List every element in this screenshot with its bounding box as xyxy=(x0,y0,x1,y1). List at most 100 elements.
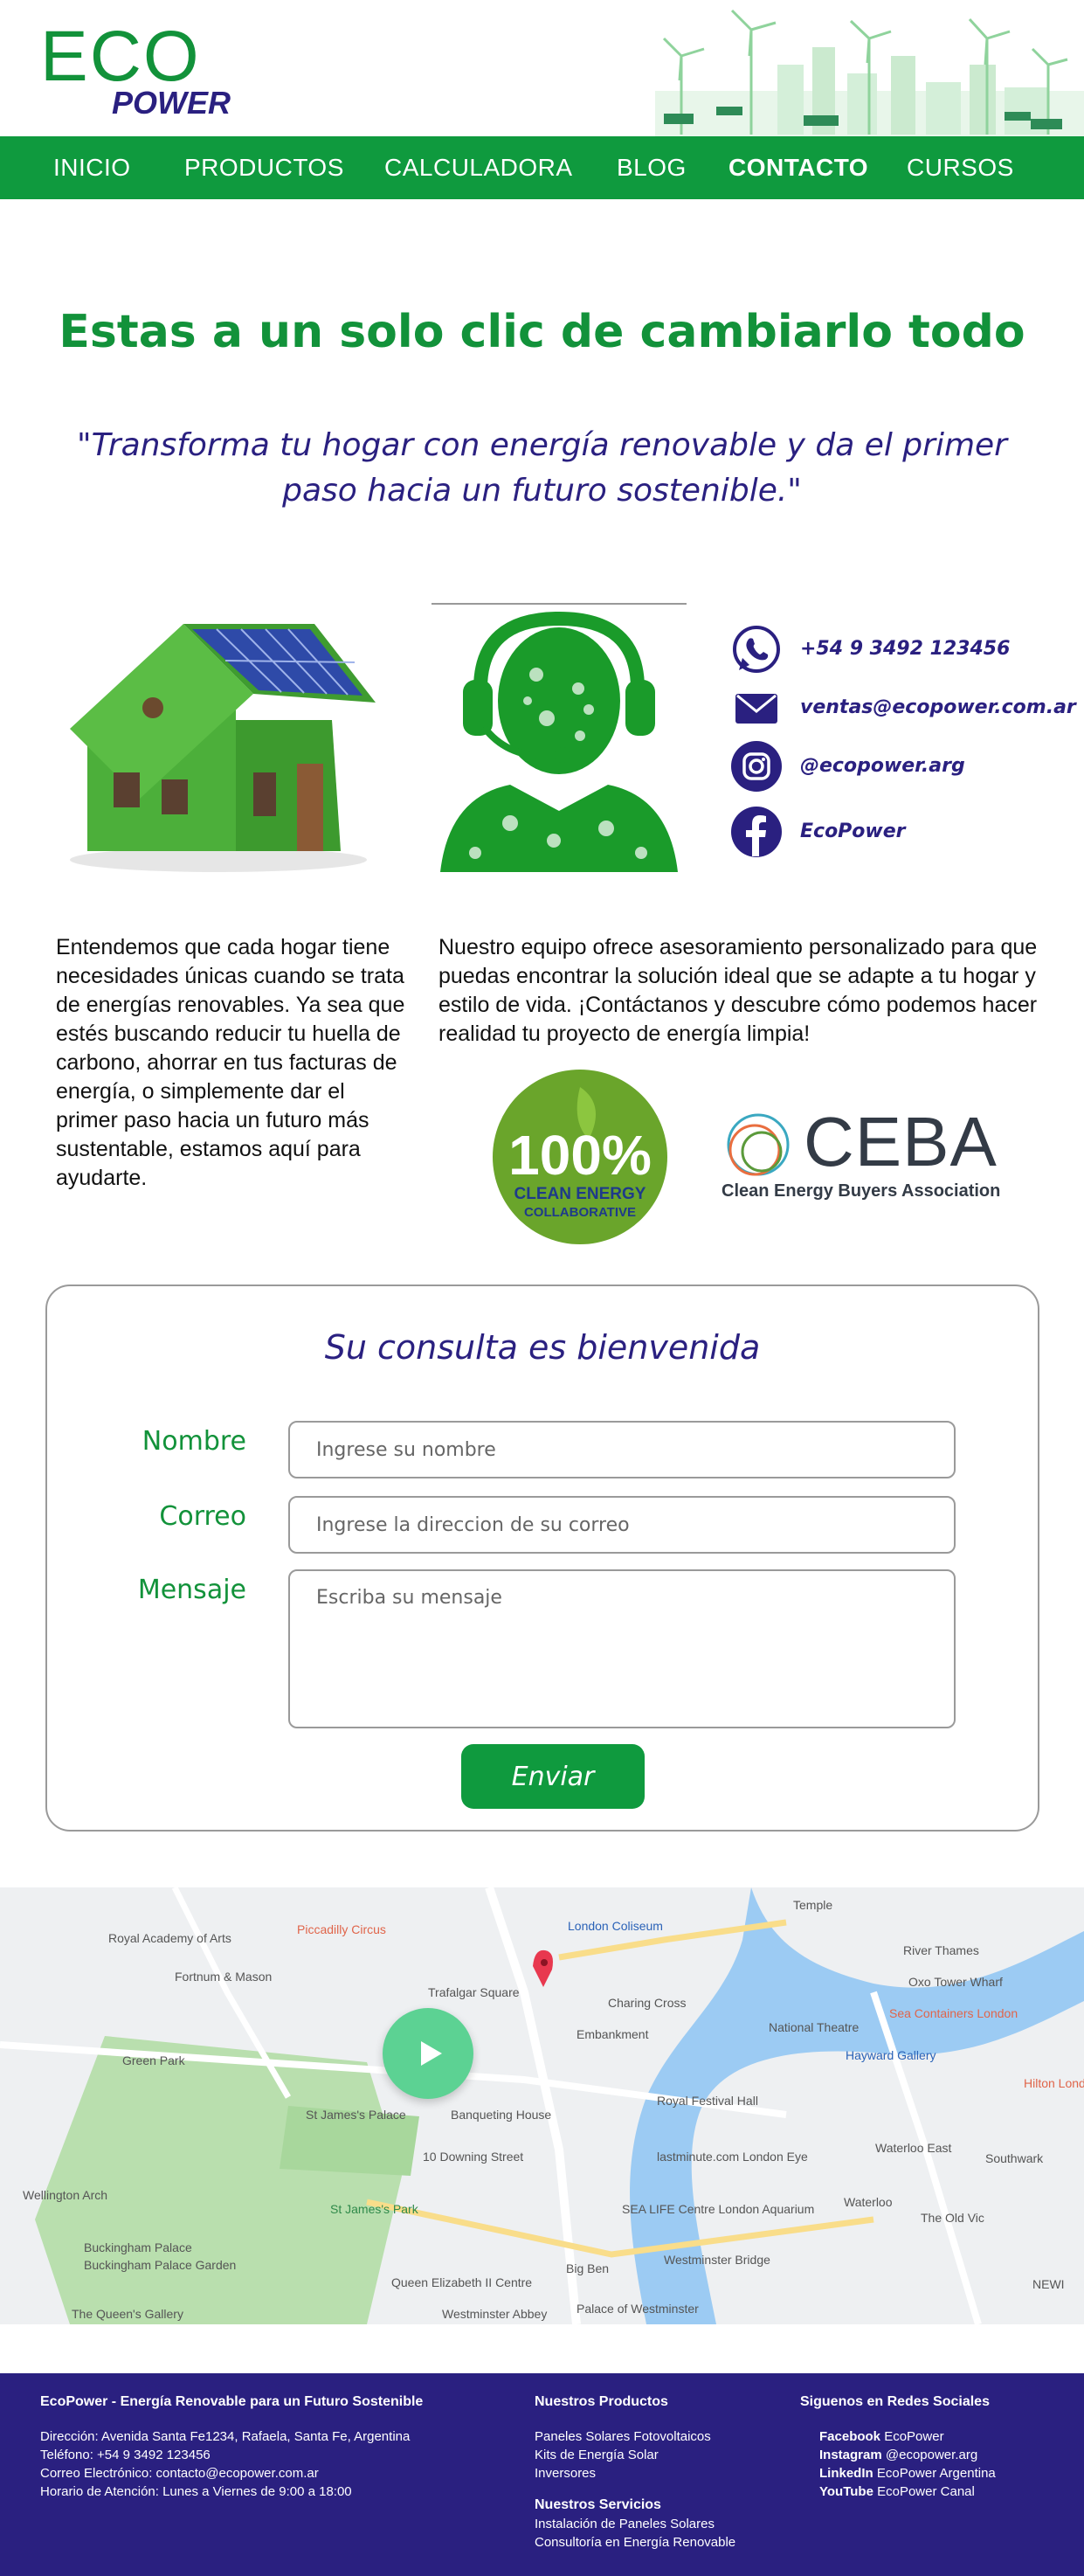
name-input[interactable] xyxy=(288,1421,956,1478)
footer-social-youtube[interactable]: YouTube EcoPower Canal xyxy=(819,2483,975,2501)
submit-button[interactable]: Enviar xyxy=(461,1744,645,1809)
nav-item-blog[interactable]: BLOG xyxy=(617,136,687,199)
social-handle: EcoPower Canal xyxy=(877,2484,975,2499)
green-house-solar-image xyxy=(70,624,376,872)
map-label: SEA LIFE Centre London Aquarium xyxy=(622,2202,815,2216)
footer-product-link[interactable]: Kits de Energía Solar xyxy=(535,2446,659,2464)
footer-phone: Teléfono: +54 9 3492 123456 xyxy=(40,2448,211,2462)
hero-quote: "Transforma tu hogar con energía renovab… xyxy=(77,427,1007,509)
badge-line2-text: COLLABORATIVE xyxy=(524,1205,636,1220)
map-label: The Old Vic xyxy=(921,2211,984,2225)
map-label: Fortnum & Mason xyxy=(175,1970,273,1984)
map-label: Big Ben xyxy=(566,2261,610,2275)
map-label: Hayward Gallery xyxy=(846,2048,936,2062)
footer-product-link[interactable]: Inversores xyxy=(535,2464,596,2483)
map-label: Hilton London Ba xyxy=(1024,2076,1084,2090)
map-label: National Theatre xyxy=(769,2020,860,2034)
map-label: lastminute.com London Eye xyxy=(657,2150,808,2164)
wind-city-illustration xyxy=(655,9,1084,136)
ceba-logo: CEBA Clean Energy Buyers Association xyxy=(720,1103,1008,1216)
footer-address: Dirección: Avenida Santa Fe1234, Rafaela… xyxy=(40,2429,411,2444)
map-label: Charing Cross xyxy=(608,1996,687,2010)
header: ECO POWER xyxy=(0,0,1084,136)
map-label: Westminster Bridge xyxy=(664,2253,770,2267)
map-label: 10 Downing Street xyxy=(423,2150,524,2164)
map-label: NEWI xyxy=(1032,2277,1065,2291)
map-label: Temple xyxy=(793,1898,833,1912)
map-label: Queen Elizabeth II Centre xyxy=(391,2275,533,2289)
message-textarea[interactable] xyxy=(288,1569,956,1728)
footer-service-link[interactable]: Instalación de Paneles Solares xyxy=(535,2515,715,2533)
intro-paragraph: Entendemos que cada hogar tiene necesida… xyxy=(56,935,405,1190)
page: ECO POWER INICIO PRODUCTOS CALCULADORA B… xyxy=(0,0,1084,2576)
badge-big-text: 100% xyxy=(508,1124,652,1187)
mail-icon xyxy=(735,694,777,724)
form-title: Su consulta es bienvenida xyxy=(324,1328,761,1367)
map-label: St James's Palace xyxy=(306,2108,406,2122)
map-label: Embankment xyxy=(577,2027,649,2041)
social-net: LinkedIn xyxy=(819,2466,873,2481)
team-paragraph: Nuestro equipo ofrece asesoramiento pers… xyxy=(438,935,1038,1046)
instagram-icon xyxy=(731,741,782,792)
map-label: London Coliseum xyxy=(568,1919,663,1933)
contact-instagram-text: @ecopower.arg xyxy=(800,755,965,777)
play-icon xyxy=(421,2041,442,2066)
map-label: Green Park xyxy=(122,2053,185,2067)
map-label: Palace of Westminster xyxy=(577,2302,699,2316)
social-net: Facebook xyxy=(819,2429,881,2444)
social-handle: EcoPower Argentina xyxy=(876,2466,996,2481)
map-label: Westminster Abbey xyxy=(442,2307,548,2321)
social-handle: @ecopower.arg xyxy=(885,2448,978,2462)
page-title: Estas a un solo clic de cambiarlo todo xyxy=(59,306,1025,358)
clean-energy-collaborative-logo: 100% CLEAN ENERGY COLLABORATIVE xyxy=(493,1070,667,1244)
map-label: Oxo Tower Wharf xyxy=(908,1975,1003,1989)
map-label: Southwark xyxy=(985,2151,1044,2165)
ecopower-logo[interactable]: ECO POWER xyxy=(40,17,232,121)
main-nav: INICIO PRODUCTOS CALCULADORA BLOG CONTAC… xyxy=(0,136,1084,199)
contact-form: Su consulta es bienvenida Nombre Correo … xyxy=(45,1285,1039,1832)
map-label: Buckingham Palace Garden xyxy=(84,2258,237,2272)
footer-service-link[interactable]: Consultoría en Energía Renovable xyxy=(535,2533,735,2552)
map-label: Banqueting House xyxy=(451,2108,552,2122)
social-net: YouTube xyxy=(819,2484,873,2499)
footer-social-instagram[interactable]: Instagram @ecopower.arg xyxy=(819,2446,977,2464)
play-video-button[interactable] xyxy=(383,2008,473,2099)
map-label: River Thames xyxy=(903,1943,979,1957)
nav-item-inicio[interactable]: INICIO xyxy=(53,136,131,199)
footer-company-title: EcoPower - Energía Renovable para un Fut… xyxy=(40,2394,424,2409)
map-label: Buckingham Palace xyxy=(84,2240,192,2254)
map-label: Sea Containers London xyxy=(889,2006,1018,2020)
map-label: St James's Park xyxy=(330,2202,418,2216)
footer-hours: Horario de Atención: Lunes a Viernes de … xyxy=(40,2484,352,2499)
footer-social-facebook[interactable]: Facebook EcoPower xyxy=(819,2427,944,2446)
social-handle: EcoPower xyxy=(884,2429,944,2444)
map-label: Royal Festival Hall xyxy=(657,2094,758,2108)
nav-item-contacto[interactable]: CONTACTO xyxy=(728,136,868,199)
message-label: Mensaje xyxy=(137,1575,246,1605)
nav-item-productos[interactable]: PRODUCTOS xyxy=(184,136,344,199)
footer-products-title: Nuestros Productos xyxy=(535,2394,668,2409)
facebook-icon xyxy=(731,807,782,857)
ceba-rings-icon xyxy=(727,1113,790,1176)
whatsapp-icon xyxy=(733,626,780,673)
map-label: The Queen's Gallery xyxy=(72,2307,183,2321)
logo-eco-text: ECO xyxy=(40,17,201,96)
map-label: Trafalgar Square xyxy=(428,1985,520,1999)
map-label: Wellington Arch xyxy=(23,2188,108,2202)
footer: EcoPower - Energía Renovable para un Fut… xyxy=(0,2373,1084,2576)
ceba-subtitle: Clean Energy Buyers Association xyxy=(722,1181,1001,1201)
email-input[interactable] xyxy=(288,1496,956,1554)
nav-item-cursos[interactable]: CURSOS xyxy=(907,136,1014,199)
location-map[interactable]: Royal Academy of Arts Piccadilly Circus … xyxy=(0,1887,1084,2324)
map-label: Waterloo East xyxy=(875,2141,952,2155)
support-agent-image xyxy=(440,611,678,872)
footer-product-link[interactable]: Paneles Solares Fotovoltaicos xyxy=(535,2427,711,2446)
footer-services-title: Nuestros Servicios xyxy=(535,2497,661,2512)
map-label: Waterloo xyxy=(844,2195,893,2209)
footer-social-title: Siguenos en Redes Sociales xyxy=(800,2394,990,2409)
name-label: Nombre xyxy=(142,1426,246,1457)
contact-email-text: ventas@ecopower.com.ar xyxy=(800,696,1076,718)
logo-power-text: POWER xyxy=(112,85,231,121)
footer-social-linkedin[interactable]: LinkedIn EcoPower Argentina xyxy=(819,2464,996,2483)
nav-item-calculadora[interactable]: CALCULADORA xyxy=(384,136,573,199)
